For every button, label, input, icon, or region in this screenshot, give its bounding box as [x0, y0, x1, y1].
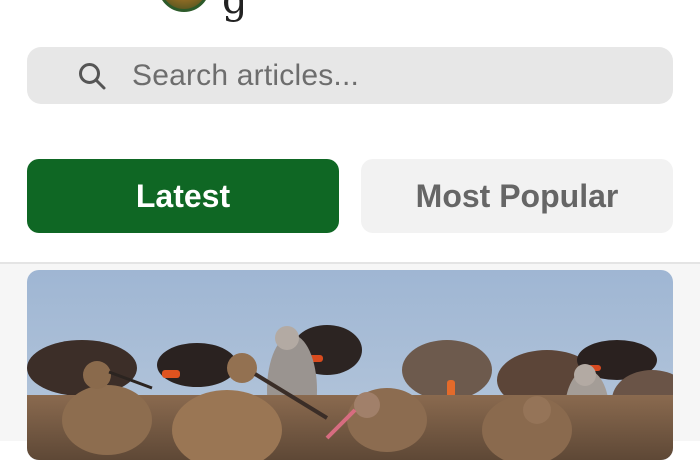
- search-input[interactable]: Search articles...: [132, 47, 359, 104]
- site-logo[interactable]: [158, 0, 210, 12]
- search-icon: [79, 63, 106, 90]
- tab-latest[interactable]: Latest: [27, 159, 339, 233]
- site-title: g: [222, 0, 248, 23]
- tab-most-popular[interactable]: Most Popular: [361, 159, 673, 233]
- search-bar[interactable]: Search articles...: [27, 47, 673, 104]
- article-image[interactable]: [27, 270, 673, 460]
- app-header: g: [0, 0, 700, 20]
- article-card[interactable]: [27, 270, 673, 460]
